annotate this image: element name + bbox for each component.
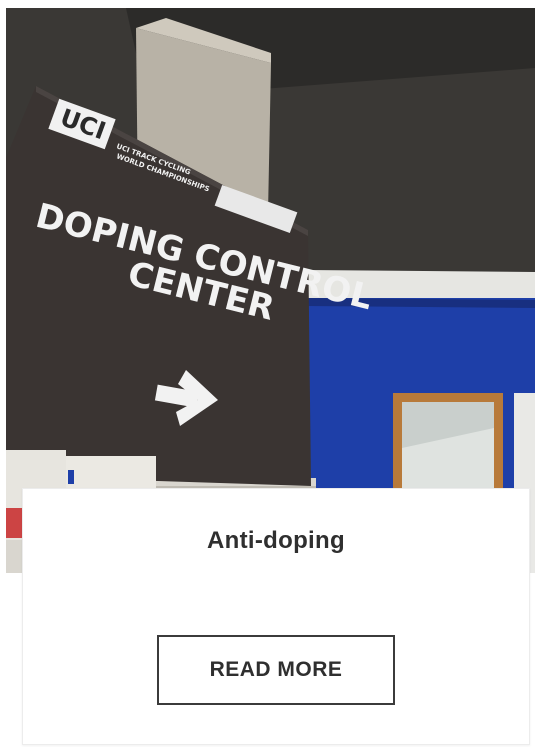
card-title[interactable]: Anti-doping bbox=[23, 527, 529, 555]
card-content-panel: Anti-doping READ MORE bbox=[22, 488, 530, 745]
read-more-button[interactable]: READ MORE bbox=[157, 635, 395, 705]
news-card[interactable]: UCI UCI TRACK CYCLING WORLD CHAMPIONSHIP… bbox=[0, 0, 541, 747]
